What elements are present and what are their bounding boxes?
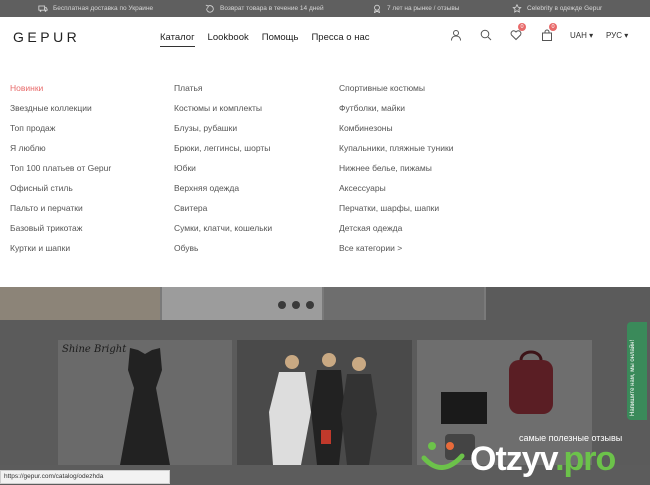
return-icon [205, 4, 214, 13]
language-value: РУС [606, 31, 623, 40]
menu-column-2: Платья Костюмы и комплекты Блузы, рубашк… [174, 82, 272, 262]
hero-carousel [0, 287, 650, 320]
menu-link[interactable]: Я люблю [10, 142, 111, 162]
dress-tile[interactable]: Shine Bright [58, 340, 232, 465]
menu-link[interactable]: Перчатки, шарфы, шапки [339, 202, 453, 222]
menu-link[interactable]: Комбинезоны [339, 122, 453, 142]
menu-link[interactable]: Купальники, пляжные туники [339, 142, 453, 162]
search-button[interactable] [480, 28, 492, 46]
search-icon [480, 29, 492, 41]
nav-catalog[interactable]: Каталог [160, 32, 195, 47]
watermark-brand-suffix: .pro [555, 440, 616, 478]
menu-link[interactable]: Сумки, клатчи, кошельки [174, 222, 272, 242]
menu-link[interactable]: Все категории > [339, 242, 453, 262]
menu-link[interactable]: Куртки и шапки [10, 242, 111, 262]
carousel-dot[interactable] [292, 301, 300, 309]
menu-link[interactable]: Брюки, леггинсы, шорты [174, 142, 272, 162]
menu-link[interactable]: Детская одежда [339, 222, 453, 242]
hero-image [324, 287, 484, 320]
nav-press[interactable]: Пресса о нас [311, 32, 369, 47]
nav-help[interactable]: Помощь [262, 32, 299, 47]
menu-link[interactable]: Верхняя одежда [174, 182, 272, 202]
currency-value: UAH [570, 31, 587, 40]
promo-text: 7 лет на рынке / отзывы [387, 5, 460, 12]
user-icon [451, 30, 461, 41]
menu-column-3: Спортивные костюмы Футболки, майки Комби… [339, 82, 453, 262]
url-status-bar: https://gepur.com/catalog/odezhda [0, 470, 170, 484]
watermark-brand-prefix: Otzyv [470, 440, 556, 478]
chat-tab[interactable]: Напишите нам, мы онлайн! [627, 322, 647, 420]
chevron-down-icon: ▾ [624, 31, 629, 40]
watermark-logo-icon [421, 442, 465, 470]
hero-image [486, 287, 650, 320]
language-select[interactable]: РУС ▾ [606, 31, 628, 40]
promo-text: Возврат товара в течение 14 дней [220, 5, 324, 12]
carousel-dot[interactable] [278, 301, 286, 309]
menu-link[interactable]: Топ продаж [10, 122, 111, 142]
menu-link[interactable]: Базовый трикотаж [10, 222, 111, 242]
menu-column-1: Новинки Звездные коллекции Топ продаж Я … [10, 82, 111, 262]
car-icon [38, 5, 48, 12]
menu-link[interactable]: Топ 100 платьев от Gepur [10, 162, 111, 182]
promo-text: Бесплатная доставка по Украине [53, 5, 154, 12]
menu-link[interactable]: Спортивные костюмы [339, 82, 453, 102]
menu-link[interactable]: Нижнее белье, пижамы [339, 162, 453, 182]
menu-link[interactable]: Блузы, рубашки [174, 122, 272, 142]
menu-link[interactable]: Аксессуары [339, 182, 453, 202]
watermark-brand: Otzyv.pro [470, 440, 616, 479]
chat-tab-label: Напишите нам, мы онлайн! [630, 339, 636, 416]
chevron-down-icon: ▾ [589, 31, 594, 40]
promo-celebrity: Celebrity в одежде Gepur [512, 4, 602, 13]
menu-link[interactable]: Пальто и перчатки [10, 202, 111, 222]
cart-count-badge: 0 [549, 23, 557, 31]
main-nav: Каталог Lookbook Помощь Пресса о нас [160, 32, 369, 47]
award-icon [373, 4, 381, 13]
menu-link[interactable]: Платья [174, 82, 272, 102]
account-button[interactable] [450, 28, 462, 46]
black-dress-image [120, 348, 170, 465]
menu-link[interactable]: Свитера [174, 202, 272, 222]
promo-text: Celebrity в одежде Gepur [527, 5, 603, 12]
lookbook-tile[interactable] [237, 340, 412, 465]
catalog-dropdown: Новинки Звездные коллекции Топ продаж Я … [0, 59, 650, 287]
star-icon [512, 4, 522, 13]
carousel-dot[interactable] [306, 301, 314, 309]
carousel-dots [278, 301, 314, 309]
site-logo[interactable]: GEPUR [13, 29, 80, 45]
menu-link[interactable]: Юбки [174, 162, 272, 182]
menu-link[interactable]: Офисный стиль [10, 182, 111, 202]
currency-select[interactable]: UAH ▾ [570, 31, 593, 40]
menu-link[interactable]: Звездные коллекции [10, 102, 111, 122]
wishlist-count-badge: 0 [518, 23, 526, 31]
cart-button[interactable]: 0 [541, 23, 557, 46]
models-photo [237, 340, 412, 465]
site-header: GEPUR Каталог Lookbook Помощь Пресса о н… [0, 17, 650, 59]
hero-image [0, 287, 160, 320]
promo-years: 7 лет на рынке / отзывы [372, 4, 459, 13]
promo-return: Возврат товара в течение 14 дней [205, 4, 324, 13]
menu-link[interactable]: Новинки [10, 82, 111, 102]
menu-link[interactable]: Обувь [174, 242, 272, 262]
promo-bar: Бесплатная доставка по Украине Возврат т… [0, 0, 650, 17]
promo-delivery: Бесплатная доставка по Украине [38, 4, 153, 13]
menu-link[interactable]: Костюмы и комплекты [174, 102, 272, 122]
nav-lookbook[interactable]: Lookbook [208, 32, 249, 47]
shine-bright-lettering: Shine Bright [62, 344, 127, 355]
wishlist-button[interactable]: 0 [510, 23, 526, 46]
menu-link[interactable]: Футболки, майки [339, 102, 453, 122]
